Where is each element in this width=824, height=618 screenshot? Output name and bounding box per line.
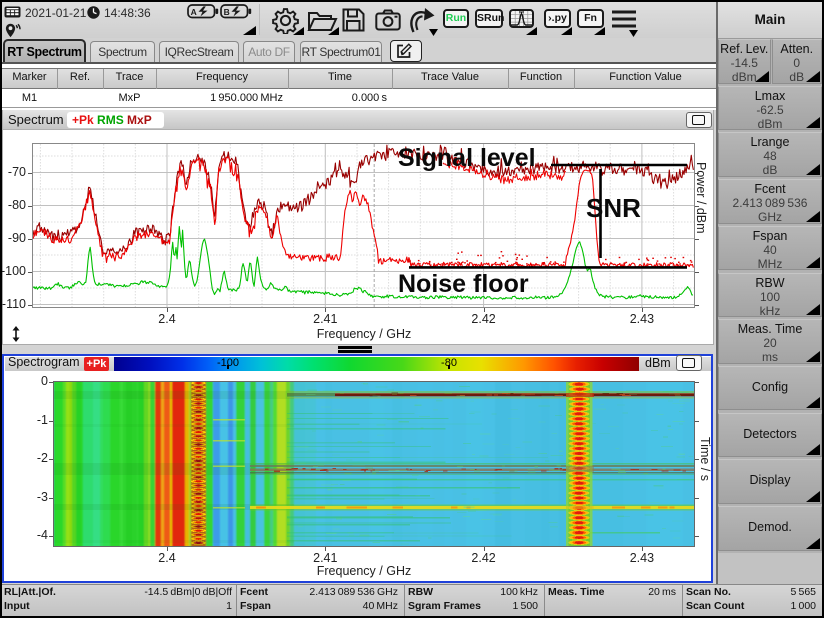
svg-text:B: B [224,7,230,17]
svg-text:A: A [191,7,197,17]
